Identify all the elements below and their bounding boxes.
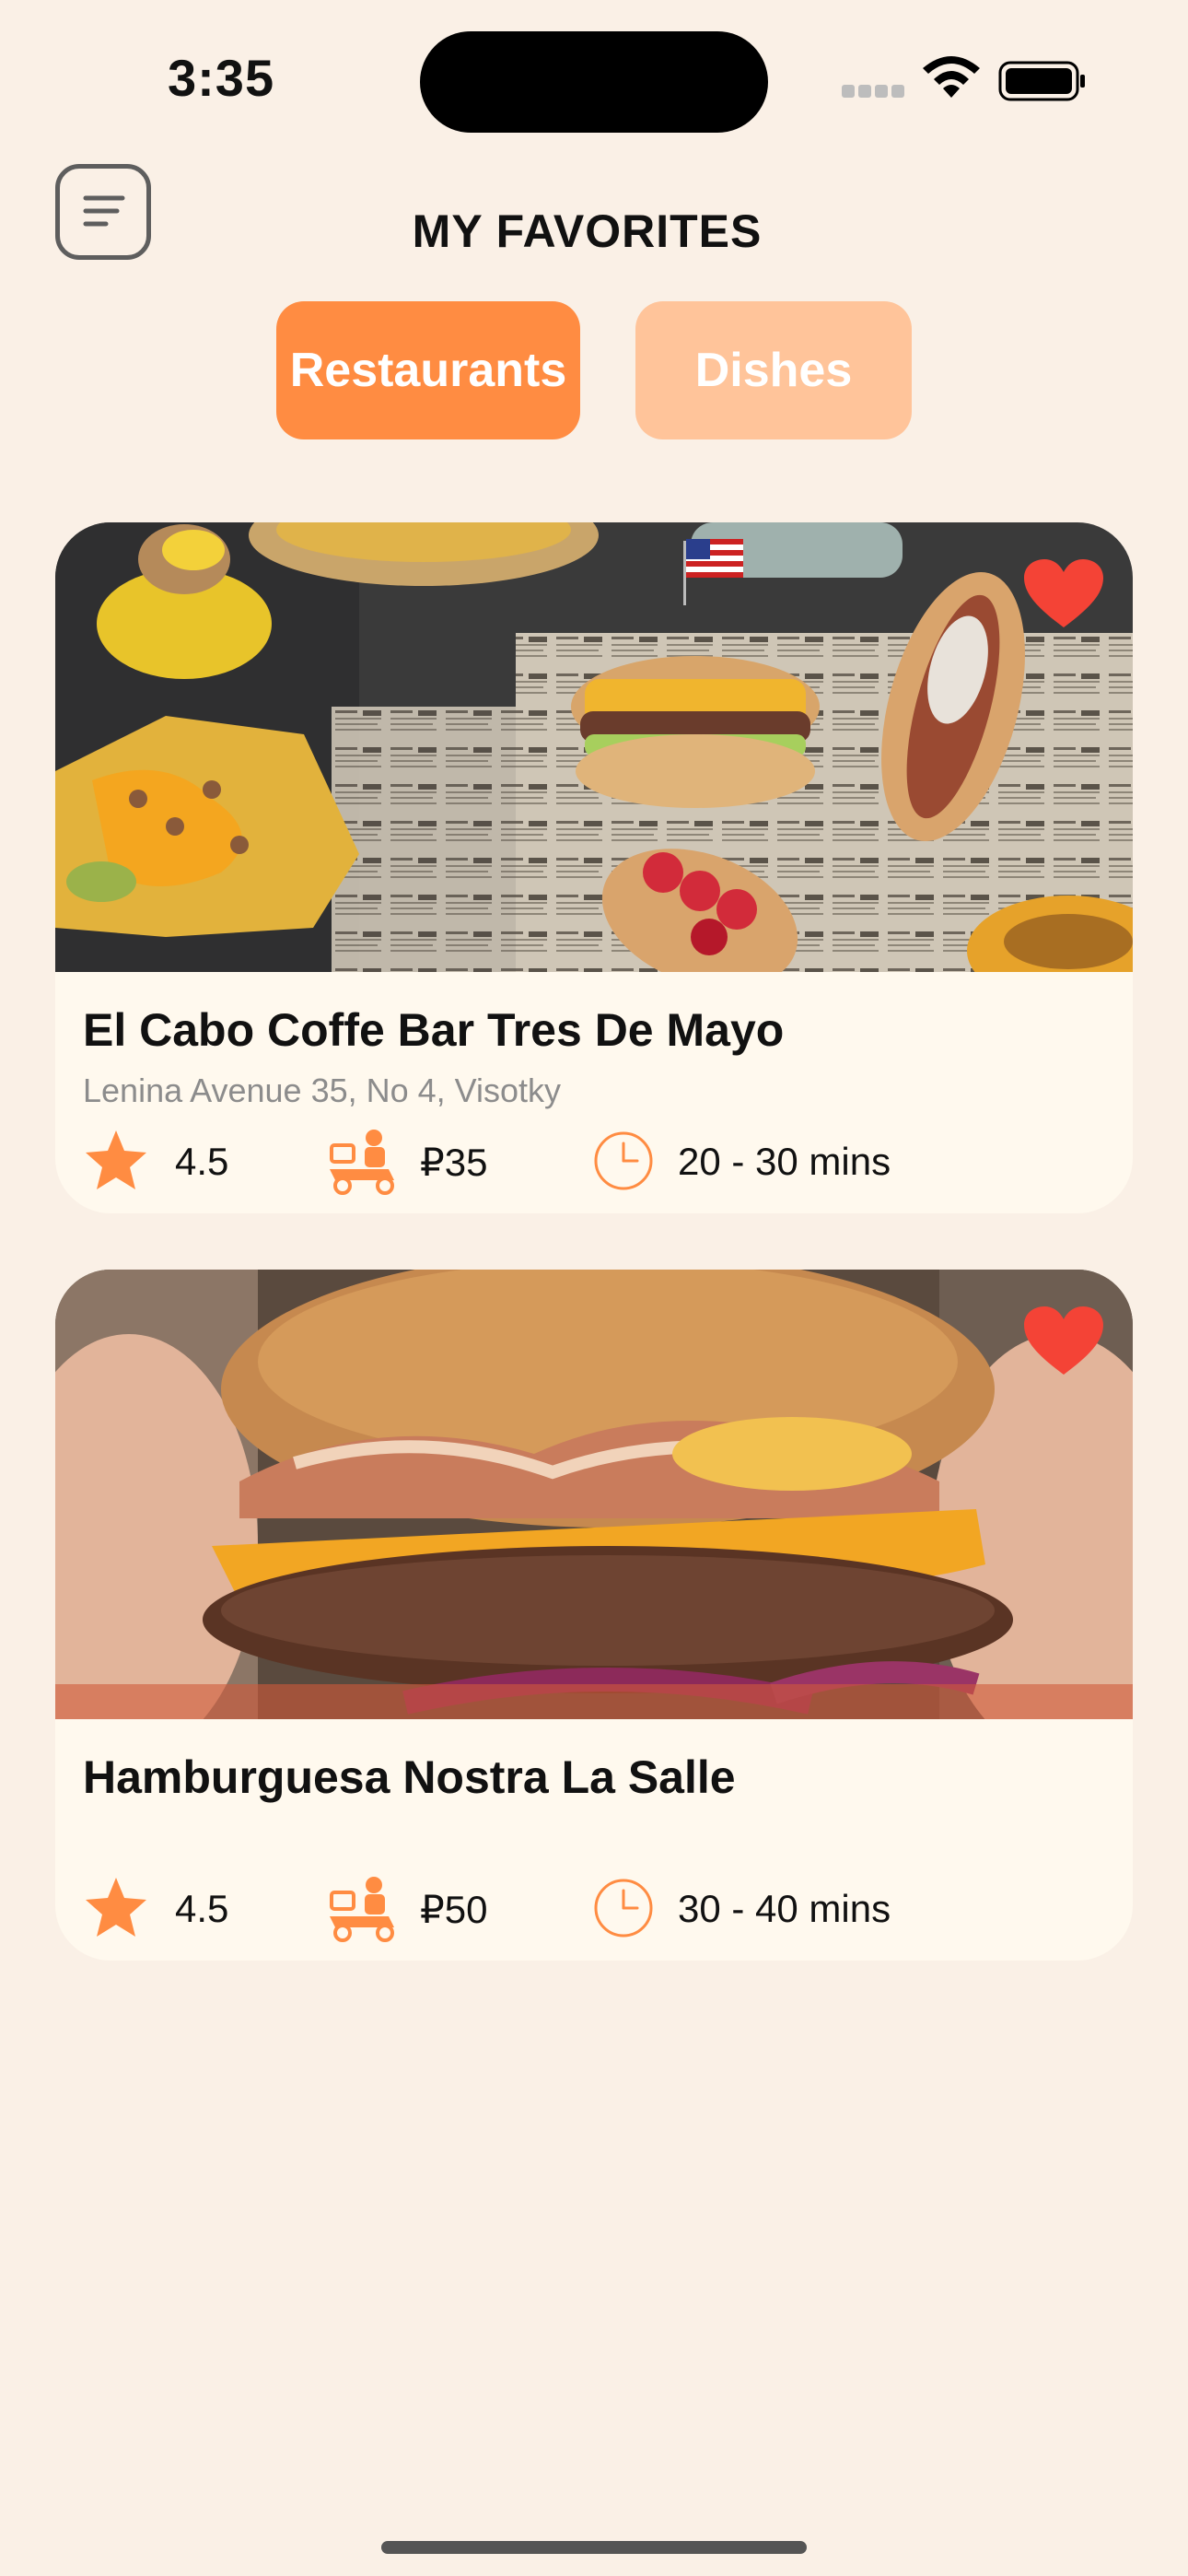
star-icon (86, 1878, 146, 1937)
page-title: MY FAVORITES (412, 205, 763, 257)
restaurant-address: Lenina Avenue 35, No 4, Visotky (83, 1071, 562, 1109)
tab-dishes[interactable]: Dishes (635, 301, 912, 439)
rating-value: 4.5 (175, 1140, 229, 1183)
battery-icon (998, 61, 1085, 101)
status-time: 3:35 (168, 49, 275, 107)
favorite-heart-icon[interactable] (1022, 1305, 1105, 1378)
delivery-time: 20 - 30 mins (678, 1140, 891, 1183)
wifi-icon (923, 56, 980, 98)
delivery-scooter-icon (330, 1877, 394, 1942)
delivery-scooter-icon (330, 1130, 394, 1195)
restaurant-image (55, 1270, 1133, 1719)
tab-restaurants[interactable]: Restaurants (276, 301, 580, 439)
restaurant-image (55, 522, 1133, 972)
rating-value: 4.5 (175, 1887, 229, 1930)
status-bar: 3:35 (0, 0, 1188, 157)
home-indicator[interactable] (381, 2541, 807, 2554)
restaurant-name: Hamburguesa Nostra La Salle (83, 1751, 736, 1803)
restaurant-name: El Cabo Coffe Bar Tres De Mayo (83, 1004, 785, 1056)
clock-icon (594, 1879, 653, 1938)
delivery-fee: ₽50 (420, 1888, 488, 1931)
restaurant-meta: 4.5 ₽50 30 - 40 mins (55, 1868, 1133, 1942)
star-icon (86, 1130, 146, 1189)
restaurant-card[interactable]: Hamburguesa Nostra La Salle 4.5 ₽50 30 -… (55, 1270, 1133, 1961)
clock-icon (594, 1131, 653, 1190)
dynamic-island (420, 31, 768, 133)
delivery-fee: ₽35 (420, 1141, 488, 1184)
restaurant-card[interactable]: El Cabo Coffe Bar Tres De Mayo Lenina Av… (55, 522, 1133, 1213)
favorite-heart-icon[interactable] (1022, 557, 1105, 631)
restaurant-meta: 4.5 ₽35 20 - 30 mins (55, 1121, 1133, 1195)
delivery-time: 30 - 40 mins (678, 1887, 891, 1930)
cellular-signal-icon (842, 85, 906, 98)
